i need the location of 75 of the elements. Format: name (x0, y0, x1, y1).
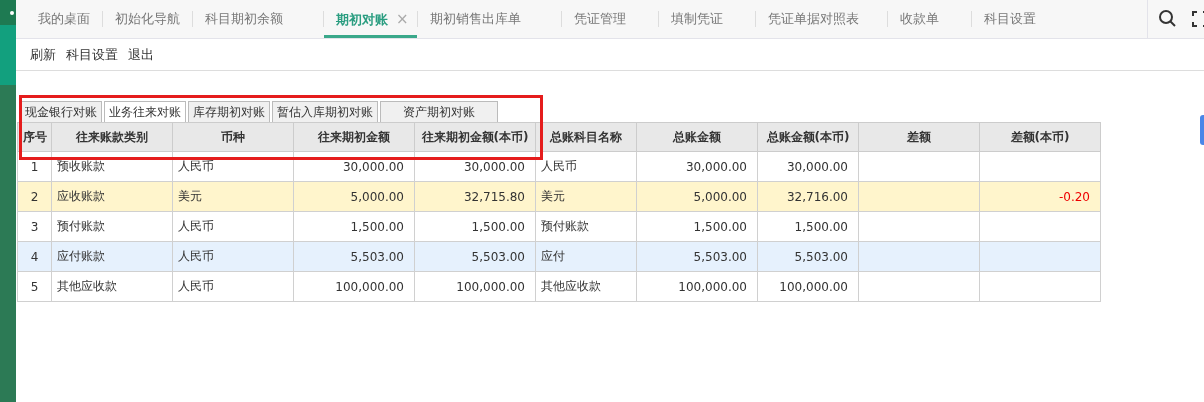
table-cell: 100,000.00 (456, 279, 525, 294)
tab[interactable]: 暂估入库期初对账 (272, 101, 378, 122)
tab[interactable]: 资产期初对账 (380, 101, 498, 122)
tab[interactable]: 业务往来对账 (104, 101, 186, 122)
column-header: 往来账款类别 (51, 122, 173, 152)
table-cell: 30,000.00 (685, 159, 747, 174)
table-cell: 32,716.00 (786, 189, 848, 204)
table-row[interactable]: 5 其他应收款 人民币 100,000.00 100,000.00 其他应收款 100,000.00 100,000.00 (17, 271, 1101, 302)
tab[interactable]: 期初销售出库单 (417, 0, 561, 38)
tab[interactable]: 收款单 (887, 0, 971, 38)
column-header: 差额 (858, 122, 980, 152)
table-cell: 5,503.00 (693, 249, 747, 264)
table-cell: 人民币 (541, 159, 577, 173)
table-cell: 32,715.80 (463, 189, 525, 204)
toolbar-button[interactable]: 科目设置 (66, 45, 118, 64)
table-cell: 5,503.00 (471, 249, 525, 264)
table-cell: 5,503.00 (350, 249, 404, 264)
column-header: 总账金额(本币) (757, 122, 859, 152)
column-header: 币种 (172, 122, 294, 152)
fullscreen-icon[interactable] (1192, 11, 1204, 27)
tab[interactable]: 现金银行对账 (20, 101, 102, 122)
table-cell: 预付账款 (541, 219, 589, 233)
table-row[interactable]: 3 预付账款 人民币 1,500.00 1,500.00 预付账款 1,500.00 1,500.00 (17, 211, 1101, 242)
table-cell: 100,000.00 (678, 279, 747, 294)
table-cell: 30,000.00 (786, 159, 848, 174)
table-cell: 人民币 (178, 219, 214, 233)
table-cell: 人民币 (178, 279, 214, 293)
tab[interactable]: 科目设置 (971, 0, 1048, 38)
table-cell: 其他应收款 (57, 279, 117, 293)
tab[interactable]: 凭证管理 (561, 0, 658, 38)
table-cell: 1 (30, 159, 39, 174)
table-cell: 1,500.00 (794, 219, 848, 234)
column-header: 差额(本币) (979, 122, 1101, 152)
table-cell: 美元 (541, 189, 565, 203)
table-cell: 美元 (178, 189, 202, 203)
table-cell: 100,000.00 (335, 279, 404, 294)
table-cell: 人民币 (178, 159, 214, 173)
column-header: 往来期初金额 (293, 122, 415, 152)
table-cell: 预收账款 (57, 159, 105, 173)
table-cell: 1,500.00 (693, 219, 747, 234)
tab[interactable]: 库存期初对账 (188, 101, 270, 122)
table-cell: 1,500.00 (350, 219, 404, 234)
table-cell: 1,500.00 (471, 219, 525, 234)
table-cell: 预付账款 (57, 219, 105, 233)
dot-icon (10, 11, 14, 15)
table-cell: 应收账款 (57, 189, 105, 203)
table-cell: 5 (30, 279, 39, 294)
toolbar-button[interactable]: 刷新 (30, 45, 56, 64)
column-header: 总账金额 (636, 122, 758, 152)
table-cell: 5,000.00 (693, 189, 747, 204)
tab[interactable]: 科目期初余额 (193, 0, 323, 38)
table-cell: 3 (30, 219, 39, 234)
table-cell: 5,503.00 (794, 249, 848, 264)
table-cell: 2 (30, 189, 39, 204)
tab[interactable]: 我的桌面 (26, 0, 102, 38)
table-cell: 应付 (541, 249, 565, 263)
column-header: 往来期初金额(本币) (414, 122, 536, 152)
table-row[interactable]: 2 应收账款 美元 5,000.00 32,715.80 美元 5,000.00 32,716.00 -0.20 (17, 181, 1101, 212)
table-cell: 5,000.00 (350, 189, 404, 204)
column-header: 总账科目名称 (535, 122, 637, 152)
table-row[interactable]: 4 应付账款 人民币 5,503.00 5,503.00 应付 5,503.00 5,503.00 (17, 241, 1101, 272)
tab[interactable]: 初始化导航 (103, 0, 192, 38)
table-cell: -0.20 (1058, 189, 1090, 204)
table-cell: 30,000.00 (463, 159, 525, 174)
table-cell: 4 (30, 249, 39, 264)
scroll-handle[interactable] (1200, 115, 1204, 145)
tab[interactable]: 填制凭证 (658, 0, 755, 38)
search-icon[interactable] (1158, 9, 1178, 29)
table-cell: 应付账款 (57, 249, 105, 263)
tab[interactable]: 凭证单据对照表 (755, 0, 887, 38)
table-cell: 其他应收款 (541, 279, 601, 293)
toolbar-button[interactable]: 退出 (128, 45, 154, 64)
table-cell: 人民币 (178, 249, 214, 263)
table-cell: 30,000.00 (342, 159, 404, 174)
table-cell: 100,000.00 (779, 279, 848, 294)
